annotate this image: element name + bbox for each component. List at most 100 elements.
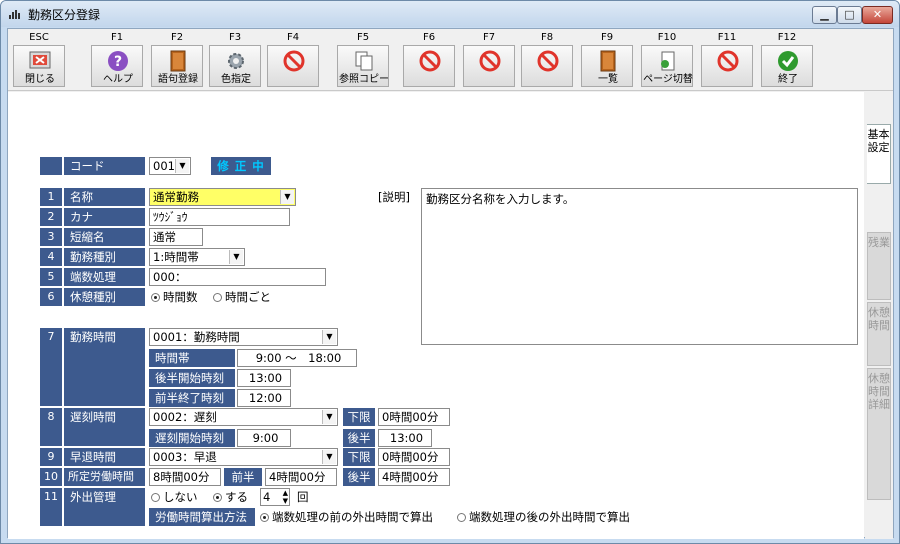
toolbar-f1-button[interactable]: F1? ヘルプ bbox=[88, 29, 146, 91]
radio-on-icon[interactable] bbox=[260, 513, 269, 522]
toolbar-f12-button[interactable]: F12 終了 bbox=[758, 29, 816, 91]
row-2-field[interactable]: ﾂｳｼﾞｮｳ bbox=[149, 208, 290, 226]
calc-method-before-radio[interactable]: 端数処理の前の外出時間で算出 bbox=[260, 508, 433, 526]
first-half-end-field[interactable]: 12:00 bbox=[237, 389, 291, 407]
row-number: 10 bbox=[40, 468, 62, 486]
outing-yes-radio[interactable]: する bbox=[213, 488, 248, 506]
function-key-label: ESC bbox=[29, 32, 49, 43]
radio-off-icon[interactable] bbox=[457, 513, 466, 522]
row-number: 1 bbox=[40, 188, 62, 206]
prescribed-hours-field[interactable]: 8時間00分 bbox=[149, 468, 221, 486]
break-type-count-radio[interactable]: 時間数 bbox=[151, 288, 198, 306]
minimize-button[interactable]: ▁ bbox=[812, 6, 837, 24]
toolbar-f6-button[interactable]: F6 bbox=[400, 29, 458, 91]
toolbar-button-face[interactable] bbox=[701, 45, 753, 87]
row-number: 2 bbox=[40, 208, 62, 226]
side-tab-3[interactable]: 休憩時間詳細 bbox=[867, 368, 891, 500]
toolbar-button-face[interactable] bbox=[463, 45, 515, 87]
toolbar-button-face[interactable]: 一覧 bbox=[581, 45, 633, 87]
row-number: 6 bbox=[40, 288, 62, 306]
toolbar-f10-button[interactable]: F10 ページ切替 bbox=[638, 29, 696, 91]
side-tab-strip: 基本設定残業 休憩時間 休憩時間詳細 bbox=[865, 92, 893, 539]
toolbar-esc-button[interactable]: ESC 閉じる bbox=[10, 29, 68, 91]
row-3-field[interactable]: 通常 bbox=[149, 228, 203, 246]
radio-off-icon[interactable] bbox=[213, 293, 222, 302]
late-time-value: 0002：遅刻 bbox=[153, 410, 217, 424]
chevron-down-icon[interactable]: ▼ bbox=[322, 450, 336, 464]
spin-arrows-icon[interactable]: ▲ ▼ bbox=[283, 489, 288, 505]
second-half-start-field[interactable]: 13:00 bbox=[237, 369, 291, 387]
row-4-field[interactable]: 1:時間帯 ▼ bbox=[149, 248, 245, 266]
toolbar-f4-button[interactable]: F4 bbox=[264, 29, 322, 91]
chevron-down-icon[interactable]: ▼ bbox=[322, 330, 336, 344]
function-key-label: F12 bbox=[777, 32, 797, 43]
radio-off-icon[interactable] bbox=[151, 493, 160, 502]
late-half-field[interactable]: 13:00 bbox=[378, 429, 432, 447]
close-window-button[interactable]: ✕ bbox=[862, 6, 893, 24]
description-box[interactable]: 勤務区分名称を入力します。 bbox=[421, 188, 858, 345]
radio-on-icon[interactable] bbox=[151, 293, 160, 302]
row-number: 4 bbox=[40, 248, 62, 266]
outing-no-radio[interactable]: しない bbox=[151, 488, 198, 506]
code-select[interactable]: 001 ▼ bbox=[149, 157, 191, 175]
toolbar-button-face[interactable]: 参照コピー bbox=[337, 45, 389, 87]
toolbar-button-face[interactable]: 終了 bbox=[761, 45, 813, 87]
toolbar-button-face[interactable] bbox=[403, 45, 455, 87]
toolbar-button-face[interactable]: ページ切替 bbox=[641, 45, 693, 87]
early-leave-select[interactable]: 0003：早退 ▼ bbox=[149, 448, 338, 466]
second-half-hours-field[interactable]: 4時間00分 bbox=[378, 468, 450, 486]
first-half-label: 前半 bbox=[224, 468, 262, 486]
row-value: 通常勤務 bbox=[153, 190, 199, 204]
client-area: ESC 閉じる F1? ヘルプ F2 語句登録 F3 色指定 F4 F5 参照コピー F6 F7 F8 F9… bbox=[7, 28, 894, 539]
row-1-field[interactable]: 通常勤務 ▼ bbox=[149, 188, 296, 206]
row-number: 5 bbox=[40, 268, 62, 286]
chevron-down-icon[interactable]: ▼ bbox=[322, 410, 336, 424]
work-time-select[interactable]: 0001：勤務時間 ▼ bbox=[149, 328, 338, 346]
calc-method-label: 労働時間算出方法 bbox=[149, 508, 255, 526]
toolbar-f8-button[interactable]: F8 bbox=[518, 29, 576, 91]
late-lower-label: 下限 bbox=[343, 408, 375, 426]
window-title: 勤務区分登録 bbox=[28, 8, 101, 22]
outing-count-value: 4 bbox=[263, 490, 271, 504]
time-slot-field[interactable]: 9:00 ～ 18:00 bbox=[237, 349, 357, 367]
toolbar-f3-button[interactable]: F3 色指定 bbox=[206, 29, 264, 91]
svg-text:?: ? bbox=[114, 54, 122, 70]
chevron-down-icon[interactable]: ▼ bbox=[280, 190, 294, 204]
late-time-select[interactable]: 0002：遅刻 ▼ bbox=[149, 408, 338, 426]
toolbar-f2-button[interactable]: F2 語句登録 bbox=[148, 29, 206, 91]
chevron-down-icon[interactable]: ▼ bbox=[175, 159, 189, 173]
radio-on-icon[interactable] bbox=[213, 493, 222, 502]
chevron-down-icon[interactable]: ▼ bbox=[229, 250, 243, 264]
toolbar-button-label: 閉じる bbox=[25, 74, 55, 85]
side-tab-0[interactable]: 基本設定 bbox=[867, 124, 891, 184]
toolbar-f7-button[interactable]: F7 bbox=[460, 29, 518, 91]
second-half-label: 後半 bbox=[343, 468, 375, 486]
toolbar-button-face[interactable] bbox=[521, 45, 573, 87]
first-half-hours-field[interactable]: 4時間00分 bbox=[265, 468, 337, 486]
toolbar-button-face[interactable]: 閉じる bbox=[13, 45, 65, 87]
description-label: [説明] bbox=[378, 190, 410, 204]
toolbar-button-label: 参照コピー bbox=[339, 74, 389, 85]
calc-method-after-radio[interactable]: 端数処理の後の外出時間で算出 bbox=[457, 508, 630, 526]
row-label: 名称 bbox=[64, 188, 145, 206]
work-time-value: 0001：勤務時間 bbox=[153, 330, 240, 344]
code-value: 001 bbox=[153, 159, 175, 173]
outing-count-stepper[interactable]: 4 ▲ ▼ bbox=[260, 488, 290, 506]
side-tab-2[interactable]: 休憩時間 bbox=[867, 302, 891, 366]
row-number: 7 bbox=[40, 328, 62, 406]
maximize-button[interactable]: □ bbox=[837, 6, 862, 24]
side-tab-1[interactable]: 残業 bbox=[867, 232, 891, 300]
toolbar-button-face[interactable] bbox=[267, 45, 319, 87]
toolbar-button-label: 語句登録 bbox=[158, 74, 198, 85]
toolbar-button-face[interactable]: 色指定 bbox=[209, 45, 261, 87]
early-lower-field[interactable]: 0時間00分 bbox=[378, 448, 450, 466]
row-5-field[interactable]: 000： bbox=[149, 268, 326, 286]
late-start-field[interactable]: 9:00 bbox=[237, 429, 291, 447]
toolbar-button-face[interactable]: 語句登録 bbox=[151, 45, 203, 87]
toolbar-f5-button[interactable]: F5 参照コピー bbox=[334, 29, 392, 91]
toolbar-f11-button[interactable]: F11 bbox=[698, 29, 756, 91]
toolbar-button-face[interactable]: ? ヘルプ bbox=[91, 45, 143, 87]
late-lower-field[interactable]: 0時間00分 bbox=[378, 408, 450, 426]
break-type-each-radio[interactable]: 時間ごと bbox=[213, 288, 271, 306]
toolbar-f9-button[interactable]: F9 一覧 bbox=[578, 29, 636, 91]
